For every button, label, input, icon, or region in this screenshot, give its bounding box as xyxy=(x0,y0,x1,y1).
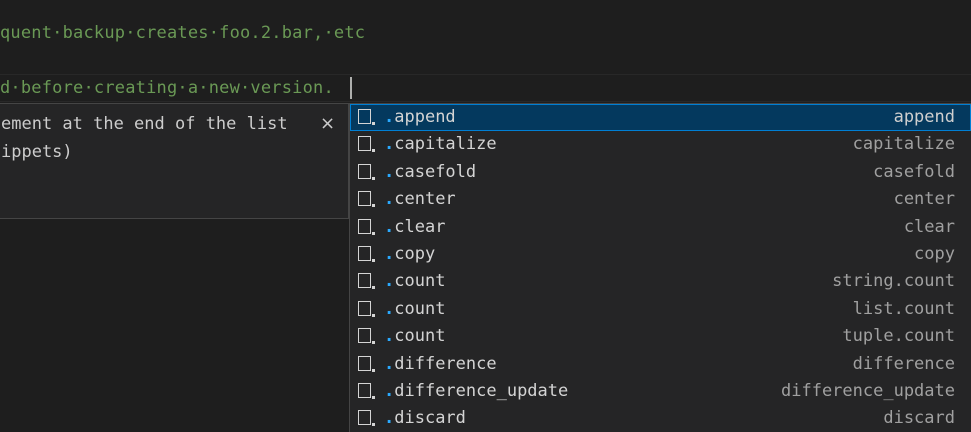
suggestion-label-text: count xyxy=(394,271,446,291)
suggestion-match-highlight: . xyxy=(384,162,395,182)
suggestion-match-highlight: . xyxy=(384,408,395,428)
suggestion-match-highlight: . xyxy=(384,189,395,209)
suggestion-label: .count xyxy=(384,323,445,350)
suggestion-label-text: discard xyxy=(394,408,466,428)
suggestion-label-text: count xyxy=(394,299,446,319)
suggestion-item[interactable]: .difference_update difference_update xyxy=(350,378,971,405)
suggestion-label: .discard xyxy=(384,405,466,432)
suggestion-detail: clear xyxy=(903,217,955,237)
suggestion-item[interactable]: .difference difference xyxy=(350,351,971,378)
suggestion-item[interactable]: .count tuple.count xyxy=(350,323,971,350)
suggestion-label: .clear xyxy=(384,214,445,241)
suggestion-label-text: difference_update xyxy=(394,381,569,401)
method-icon xyxy=(358,301,375,317)
suggestion-label-text: center xyxy=(394,189,456,209)
method-icon xyxy=(358,109,375,125)
method-icon xyxy=(358,219,375,235)
code-editor[interactable]: quent·backup·creates·foo.2.bar,·etc d·be… xyxy=(0,0,971,432)
suggestion-item[interactable]: .copy copy xyxy=(350,241,971,268)
suggestion-detail: center xyxy=(893,189,955,209)
suggestion-item[interactable]: .count list.count xyxy=(350,296,971,323)
suggestion-detail: difference_update xyxy=(781,381,955,401)
method-icon xyxy=(358,356,375,372)
suggestion-detail: capitalize xyxy=(852,134,955,154)
method-icon xyxy=(358,410,375,426)
suggestion-match-highlight: . xyxy=(384,107,395,127)
method-icon xyxy=(358,136,375,152)
suggestion-detail: list.count xyxy=(852,299,955,319)
suggestion-label: .append xyxy=(384,104,456,131)
suggestion-label: .count xyxy=(384,296,445,323)
method-icon xyxy=(358,273,375,289)
suggestion-item[interactable]: .clear clear xyxy=(350,214,971,241)
detail-description: ement at the end of the list xyxy=(1,114,288,134)
suggestion-match-highlight: . xyxy=(384,381,395,401)
suggestion-item[interactable]: .center center xyxy=(350,186,971,213)
suggestion-item[interactable]: .append append xyxy=(350,104,971,131)
detail-source: ippets) xyxy=(1,142,73,162)
suggestion-label-text: clear xyxy=(394,217,446,237)
suggestion-detail: discard xyxy=(883,408,955,428)
suggestion-detail: tuple.count xyxy=(842,326,955,346)
suggestion-detail: difference xyxy=(852,354,955,374)
suggestion-detail: casefold xyxy=(873,162,955,182)
suggestion-detail: string.count xyxy=(832,271,955,291)
suggestion-label-text: append xyxy=(394,107,456,127)
suggestion-list[interactable]: .append append .capitalize capitalize .casef… xyxy=(349,103,971,432)
suggestion-label: .difference xyxy=(384,351,497,378)
suggestion-item[interactable]: .count string.count xyxy=(350,268,971,295)
code-line-comment-2: d·before·creating·a·new·version. xyxy=(0,78,334,98)
close-icon[interactable]: × xyxy=(320,111,335,137)
suggestion-match-highlight: . xyxy=(384,354,395,374)
suggestion-label-text: difference xyxy=(394,354,497,374)
suggestion-label: .count xyxy=(384,268,445,295)
suggestion-item[interactable]: .casefold casefold xyxy=(350,159,971,186)
suggestion-label-text: casefold xyxy=(394,162,477,182)
method-icon xyxy=(358,383,375,399)
suggestion-item[interactable]: .discard discard xyxy=(350,405,971,432)
text-cursor xyxy=(350,77,352,99)
suggestion-label-text: copy xyxy=(394,244,436,264)
suggestion-match-highlight: . xyxy=(384,299,395,319)
method-icon xyxy=(358,191,375,207)
method-icon xyxy=(358,246,375,262)
code-line-comment-1: quent·backup·creates·foo.2.bar,·etc xyxy=(0,23,366,43)
suggestion-match-highlight: . xyxy=(384,244,395,264)
suggestion-detail: copy xyxy=(914,244,955,264)
suggestion-label-text: count xyxy=(394,326,446,346)
suggestion-match-highlight: . xyxy=(384,271,395,291)
suggestion-item[interactable]: .capitalize capitalize xyxy=(350,131,971,158)
suggest-details-panel: ement at the end of the list ippets) × xyxy=(0,103,349,219)
suggestion-label-text: capitalize xyxy=(394,134,497,154)
method-icon xyxy=(358,328,375,344)
suggestion-match-highlight: . xyxy=(384,134,395,154)
suggestion-label: .center xyxy=(384,186,456,213)
suggestion-match-highlight: . xyxy=(384,326,395,346)
suggestion-label: .copy xyxy=(384,241,435,268)
suggestion-label: .capitalize xyxy=(384,131,497,158)
suggestion-detail: append xyxy=(893,107,955,127)
suggestion-label: .difference_update xyxy=(384,378,568,405)
suggestion-label: .casefold xyxy=(384,159,476,186)
suggestion-match-highlight: . xyxy=(384,217,395,237)
method-icon xyxy=(358,164,375,180)
